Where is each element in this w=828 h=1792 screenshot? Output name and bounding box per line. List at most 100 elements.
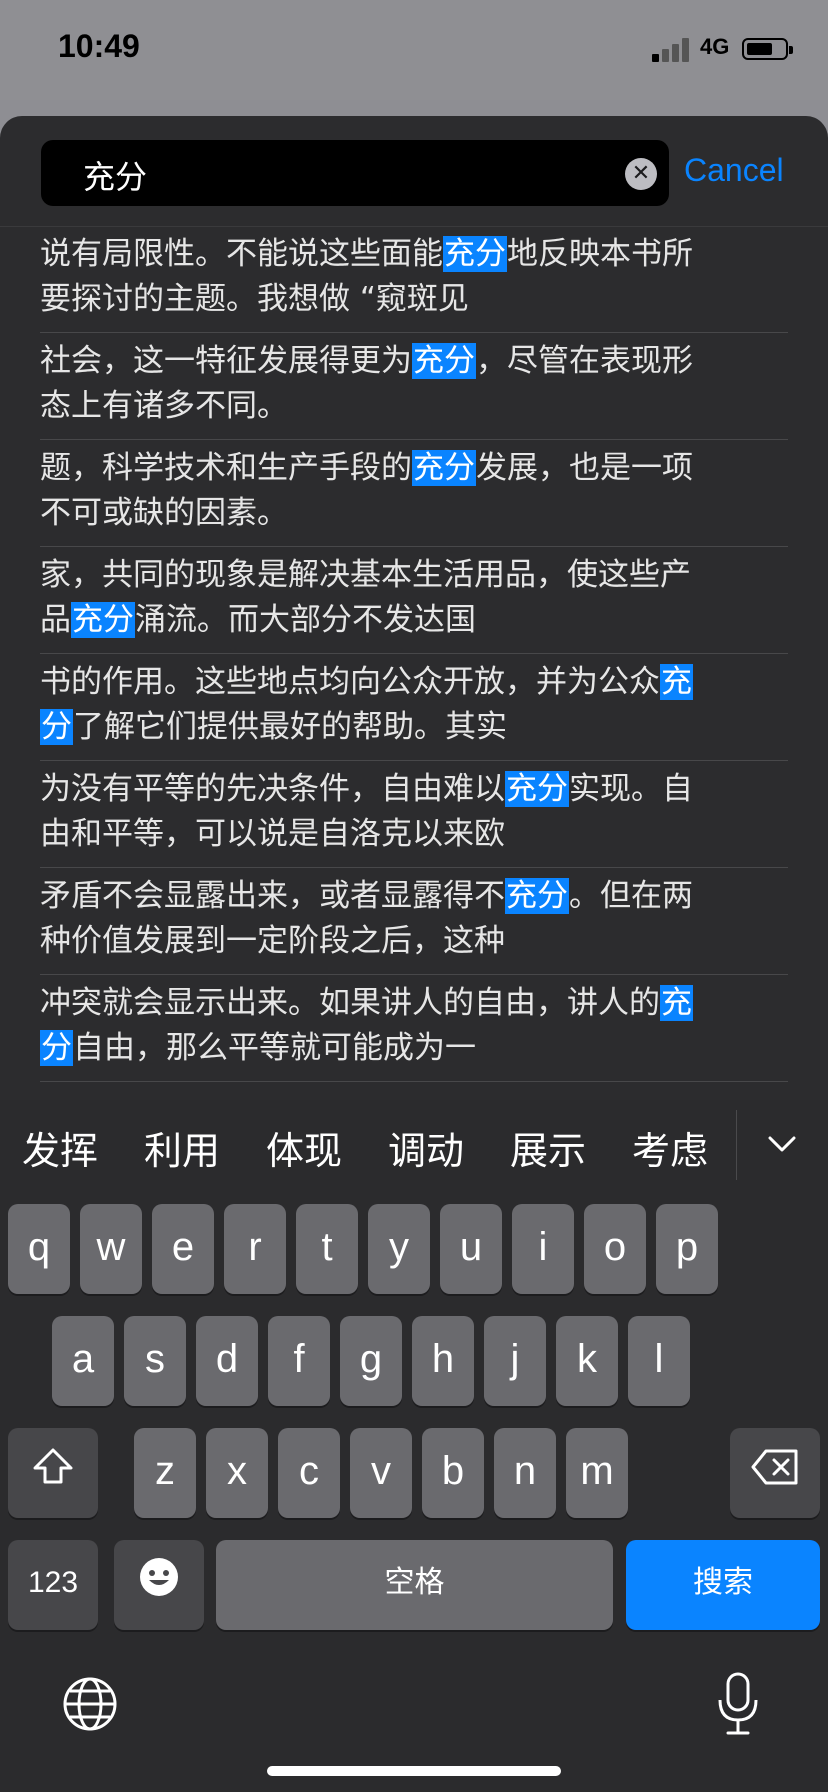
result-text: 。但在两 [569, 878, 693, 914]
key-o[interactable]: o [584, 1204, 646, 1294]
result-line: 为没有平等的先决条件，自由难以充分实现。自 [40, 767, 788, 812]
result-text: 要探讨的主题。我想做 “窥斑见 [40, 281, 469, 317]
key-j[interactable]: j [484, 1316, 546, 1406]
status-bar: 10:49 4G [0, 0, 828, 100]
suggestion-item[interactable]: 发挥 [22, 1120, 98, 1175]
result-text: 实现。自 [569, 771, 693, 807]
candidate-bar: 发挥 利用 体现 调动 展示 考虑 [0, 1100, 828, 1196]
key-s[interactable]: s [124, 1316, 186, 1406]
shift-key[interactable] [8, 1428, 98, 1518]
key-f[interactable]: f [268, 1316, 330, 1406]
result-line: 矛盾不会显露出来，或者显露得不充分。但在两 [40, 874, 788, 919]
match-highlight: 充分 [505, 771, 569, 807]
key-l[interactable]: l [628, 1316, 690, 1406]
result-text: 社会，这一特征发展得更为 [40, 343, 412, 379]
home-indicator [267, 1766, 561, 1776]
key-a[interactable]: a [52, 1316, 114, 1406]
result-line: 家，共同的现象是解决基本生活用品，使这些产 [40, 553, 788, 598]
result-text: ，尽管在表现形 [476, 343, 693, 379]
result-text: 品 [40, 602, 71, 638]
result-text: 为没有平等的先决条件，自由难以 [40, 771, 505, 807]
key-e[interactable]: e [152, 1204, 214, 1294]
result-line: 种价值发展到一定阶段之后，这种 [40, 919, 788, 964]
match-highlight: 充 [660, 985, 693, 1021]
result-text: 发展，也是一项 [476, 450, 693, 486]
key-g[interactable]: g [340, 1316, 402, 1406]
search-result-item[interactable]: 冲突就会显示出来。如果讲人的自由，讲人的充 分自由，那么平等就可能成为一 [40, 975, 788, 1082]
suggestion-item[interactable]: 调动 [388, 1120, 464, 1175]
result-text: 家，共同的现象是解决基本生活用品，使这些产 [40, 557, 691, 593]
suggestion-item[interactable]: 体现 [266, 1120, 342, 1175]
space-key[interactable]: 空格 [216, 1540, 613, 1630]
cancel-button[interactable]: Cancel [684, 152, 784, 189]
result-line: 分了解它们提供最好的帮助。其实 [40, 705, 788, 750]
clock: 10:49 [58, 28, 140, 64]
key-b[interactable]: b [422, 1428, 484, 1518]
divider [736, 1110, 737, 1180]
search-result-item[interactable]: 书的作用。这些地点均向公众开放，并为公众充 分了解它们提供最好的帮助。其实 [40, 654, 788, 761]
search-bar: 充分 ✕ Cancel [0, 116, 828, 227]
key-c[interactable]: c [278, 1428, 340, 1518]
match-highlight: 分 [40, 1030, 73, 1066]
search-query: 充分 [83, 158, 148, 196]
key-p[interactable]: p [656, 1204, 718, 1294]
emoji-icon [138, 1542, 180, 1628]
search-key[interactable]: 搜索 [626, 1540, 820, 1630]
key-q[interactable]: q [8, 1204, 70, 1294]
emoji-key[interactable] [114, 1540, 204, 1630]
key-r[interactable]: r [224, 1204, 286, 1294]
result-text: 种价值发展到一定阶段之后，这种 [40, 923, 505, 959]
result-text: 了解它们提供最好的帮助。其实 [73, 709, 507, 745]
search-results-list: 说有局限性。不能说这些面能充分地反映本书所 要探讨的主题。我想做 “窥斑见 社会，这… [0, 226, 828, 1100]
delete-key[interactable] [730, 1428, 820, 1518]
signal-icon [652, 38, 692, 62]
result-line: 态上有诸多不同。 [40, 384, 788, 429]
suggestion-item[interactable]: 利用 [144, 1120, 220, 1175]
search-result-item[interactable]: 说有局限性。不能说这些面能充分地反映本书所要探讨的主题。我想做 “窥斑见 [40, 226, 788, 333]
suggestion-item[interactable]: 考虑 [632, 1120, 708, 1175]
key-w[interactable]: w [80, 1204, 142, 1294]
key-h[interactable]: h [412, 1316, 474, 1406]
key-k[interactable]: k [556, 1316, 618, 1406]
backspace-icon [750, 1430, 800, 1516]
key-y[interactable]: y [368, 1204, 430, 1294]
result-text: 题，科学技术和生产手段的 [40, 450, 412, 486]
search-result-item[interactable]: 题，科学技术和生产手段的充分发展，也是一项 不可或缺的因素。 [40, 440, 788, 547]
search-result-item[interactable]: 家，共同的现象是解决基本生活用品，使这些产品充分涌流。而大部分不发达国 [40, 547, 788, 654]
result-text: 书的作用。这些地点均向公众开放，并为公众 [40, 664, 660, 700]
match-highlight: 充 [660, 664, 693, 700]
clear-search-button[interactable]: ✕ [625, 158, 657, 190]
match-highlight: 充分 [412, 343, 476, 379]
key-x[interactable]: x [206, 1428, 268, 1518]
result-line: 要探讨的主题。我想做 “窥斑见 [40, 277, 788, 322]
search-result-item[interactable]: 社会，这一特征发展得更为充分，尽管在表现形态上有诸多不同。 [40, 333, 788, 440]
result-text: 说有局限性。不能说这些面能 [40, 236, 443, 272]
microphone-icon[interactable] [716, 1672, 760, 1736]
numbers-key[interactable]: 123 [8, 1540, 98, 1630]
result-text: 自由，那么平等就可能成为一 [73, 1030, 476, 1066]
match-highlight: 充分 [443, 236, 507, 272]
search-result-item[interactable]: 矛盾不会显露出来，或者显露得不充分。但在两种价值发展到一定阶段之后，这种 [40, 868, 788, 975]
result-line: 不可或缺的因素。 [40, 491, 788, 536]
result-line: 书的作用。这些地点均向公众开放，并为公众充 [40, 660, 788, 705]
result-line: 品充分涌流。而大部分不发达国 [40, 598, 788, 643]
key-i[interactable]: i [512, 1204, 574, 1294]
match-highlight: 充分 [71, 602, 135, 638]
key-u[interactable]: u [440, 1204, 502, 1294]
result-text: 态上有诸多不同。 [40, 388, 288, 424]
globe-icon[interactable] [62, 1676, 118, 1732]
result-line: 说有局限性。不能说这些面能充分地反映本书所 [40, 232, 788, 277]
match-highlight: 充分 [505, 878, 569, 914]
key-n[interactable]: n [494, 1428, 556, 1518]
suggestion-item[interactable]: 展示 [510, 1120, 586, 1175]
chevron-down-icon[interactable] [764, 1126, 800, 1162]
key-m[interactable]: m [566, 1428, 628, 1518]
result-text: 矛盾不会显露出来，或者显露得不 [40, 878, 505, 914]
key-z[interactable]: z [134, 1428, 196, 1518]
search-input[interactable]: 充分 ✕ [41, 140, 669, 206]
key-d[interactable]: d [196, 1316, 258, 1406]
result-line: 分自由，那么平等就可能成为一 [40, 1026, 788, 1071]
search-result-item[interactable]: 为没有平等的先决条件，自由难以充分实现。自 由和平等，可以说是自洛克以来欧 [40, 761, 788, 868]
key-v[interactable]: v [350, 1428, 412, 1518]
key-t[interactable]: t [296, 1204, 358, 1294]
